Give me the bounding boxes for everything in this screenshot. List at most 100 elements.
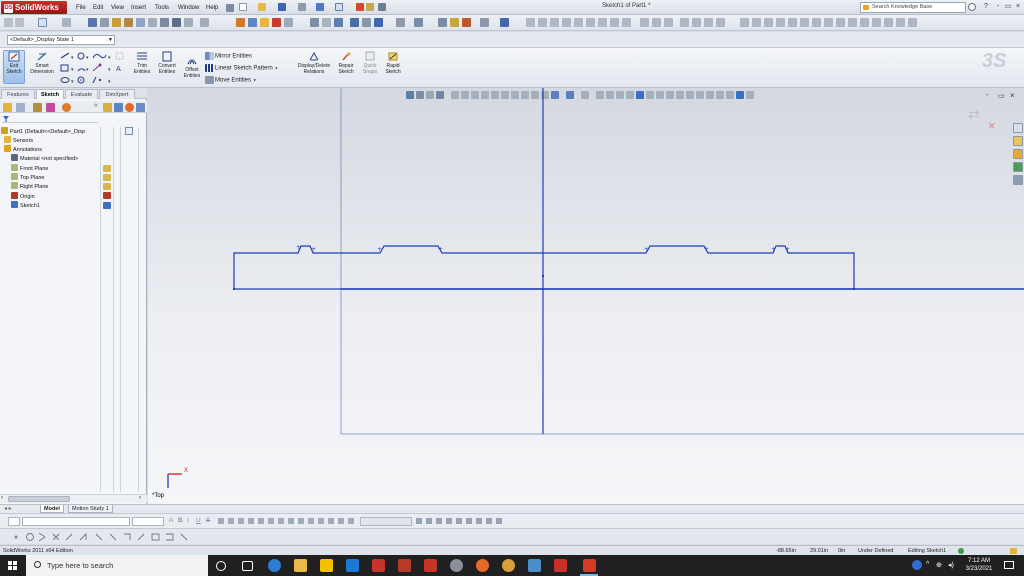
graphics-area[interactable]: - ▭ × ⇄ × + + + + + + + + X *Top (148, 88, 1024, 504)
tree-filter[interactable] (2, 115, 98, 123)
tree-item-front-plane[interactable]: Front Plane (11, 164, 48, 173)
toolbar-icon-9[interactable] (160, 18, 169, 27)
toolbar-icon-46[interactable] (752, 18, 761, 27)
rapid-sketch-button[interactable]: Rapid Sketch (382, 51, 404, 75)
tree-item-top-plane[interactable]: Top Plane (11, 173, 44, 182)
toolbar-icon-38[interactable] (640, 18, 649, 27)
panel-icon-b[interactable] (114, 103, 123, 112)
toolbar-icon-34[interactable] (586, 18, 595, 27)
toolbar-icon-45[interactable] (740, 18, 749, 27)
linear-sketch-pattern-button[interactable]: Linear Sketch Pattern ▼ (205, 64, 278, 72)
toolbar-icon-54[interactable] (848, 18, 857, 27)
toolbar-icon-42[interactable] (692, 18, 701, 27)
tree-item-sketch1[interactable]: Sketch1 (11, 201, 40, 210)
toolbar-icon-58[interactable] (896, 18, 905, 27)
toolbar-icon-2[interactable] (15, 18, 24, 27)
search-icon[interactable] (968, 3, 976, 11)
dimxpert-manager-icon[interactable] (46, 103, 55, 112)
toolbar-icon-15[interactable] (272, 18, 281, 27)
toolbar-icon-16[interactable] (284, 18, 293, 27)
toolbar-icon-21[interactable] (374, 18, 383, 27)
toolbar-icon-35[interactable] (598, 18, 607, 27)
solidworks-taskbar-icon-1[interactable] (372, 559, 385, 572)
rebuild-icon[interactable] (356, 3, 364, 11)
tree-item-right-plane[interactable]: Right Plane (11, 182, 48, 191)
toolbar-icon-57[interactable] (884, 18, 893, 27)
toolbar-icon-41[interactable] (680, 18, 689, 27)
repair-sketch-button[interactable]: Repair Sketch (336, 51, 356, 75)
mail-icon[interactable] (346, 559, 359, 572)
solidworks-logo[interactable]: DS SolidWorks (1, 1, 67, 14)
toolbar-icon-13[interactable] (248, 18, 257, 27)
font-select[interactable] (22, 517, 130, 526)
style-select[interactable] (360, 517, 412, 526)
volume-icon[interactable]: ◂) (948, 561, 954, 569)
format-icons[interactable] (416, 518, 506, 524)
sketch-tool-icon[interactable] (88, 18, 97, 27)
scroll-right-icon[interactable]: › (139, 495, 141, 501)
trim-entities-button[interactable]: Trim Entities (132, 51, 152, 75)
toolbar-icon-1[interactable] (4, 18, 13, 27)
sketch-tools-icons[interactable] (6, 532, 196, 542)
toolbar-icon-50[interactable] (800, 18, 809, 27)
quick-snaps-button[interactable]: Quick Snaps (359, 51, 381, 75)
panel-icon-a[interactable] (103, 103, 112, 112)
bold-button[interactable]: A (169, 517, 173, 524)
toolbar-icon-48[interactable] (776, 18, 785, 27)
toolbar-icon-3[interactable] (62, 18, 71, 27)
toolbar-icon-22[interactable] (396, 18, 405, 27)
start-button[interactable] (0, 555, 24, 576)
toolbar-icon-25[interactable] (450, 18, 459, 27)
help-tray-icon[interactable] (912, 560, 922, 570)
tree-item-annotations[interactable]: Annotations (4, 145, 42, 154)
print-icon[interactable] (298, 3, 306, 11)
configuration-manager-icon[interactable] (33, 103, 42, 112)
app-taskbar-icon-3[interactable] (424, 559, 437, 572)
edge-icon[interactable] (268, 559, 281, 572)
toolbar-icon-23[interactable] (414, 18, 423, 27)
toolbar-icon-56[interactable] (872, 18, 881, 27)
toolbar-icon-36[interactable] (610, 18, 619, 27)
toolbar-icon-30[interactable] (538, 18, 547, 27)
task-view-icon[interactable] (242, 561, 253, 571)
toolbar-icon-12[interactable] (236, 18, 245, 27)
toolbar-icon-49[interactable] (788, 18, 797, 27)
minimize-button[interactable]: - (993, 2, 1003, 12)
toolbar-icon-32[interactable] (562, 18, 571, 27)
sticky-notes-icon[interactable] (320, 559, 333, 572)
toolbar-icon-17[interactable] (322, 18, 331, 27)
open-icon[interactable] (258, 3, 266, 11)
tree-item-sensors[interactable]: Sensors (4, 136, 33, 145)
help-status-icon[interactable] (1010, 548, 1017, 554)
toolbar-icon-4[interactable] (100, 18, 109, 27)
search-knowledge-base-input[interactable]: Search Knowledge Base (860, 2, 966, 13)
horizontal-scrollbar[interactable]: ‹ › (0, 494, 147, 503)
toolbar-icon-18[interactable] (334, 18, 343, 27)
options-icon[interactable] (378, 3, 386, 11)
toolbar-icon-29[interactable] (526, 18, 535, 27)
sum-icon[interactable] (172, 18, 181, 27)
scroll-left-icon[interactable]: ‹ (1, 495, 3, 501)
toolbar-icon-28[interactable] (500, 18, 509, 27)
strikethrough-button[interactable]: S (206, 517, 210, 524)
tab-sketch[interactable]: Sketch (36, 89, 64, 99)
toolbar-icon-47[interactable] (764, 18, 773, 27)
tab-evaluate[interactable]: Evaluate (65, 89, 98, 99)
file-properties-icon[interactable] (366, 3, 374, 11)
exit-sketch-button[interactable]: Exit Sketch (3, 50, 25, 84)
menu-window[interactable]: Window (178, 3, 199, 13)
app-taskbar-icon-4[interactable] (450, 559, 463, 572)
italic-button[interactable]: I (187, 517, 189, 524)
acrobat-icon[interactable] (554, 559, 567, 572)
file-explorer-taskbar-icon[interactable] (294, 559, 307, 572)
cortana-icon[interactable] (216, 561, 226, 571)
taskbar-search-box[interactable]: Type here to search (26, 555, 208, 576)
select-icon[interactable] (335, 3, 343, 11)
toolbar-icon-11[interactable] (200, 18, 209, 27)
tab-model[interactable]: Model (40, 505, 64, 513)
toolbar-icon-8[interactable] (148, 18, 157, 27)
underline-button[interactable]: U (196, 517, 201, 524)
toolbar-icon-33[interactable] (574, 18, 583, 27)
sketch-viewport[interactable]: + + + + + + + + (148, 88, 1024, 504)
toolbar-icon-40[interactable] (664, 18, 673, 27)
